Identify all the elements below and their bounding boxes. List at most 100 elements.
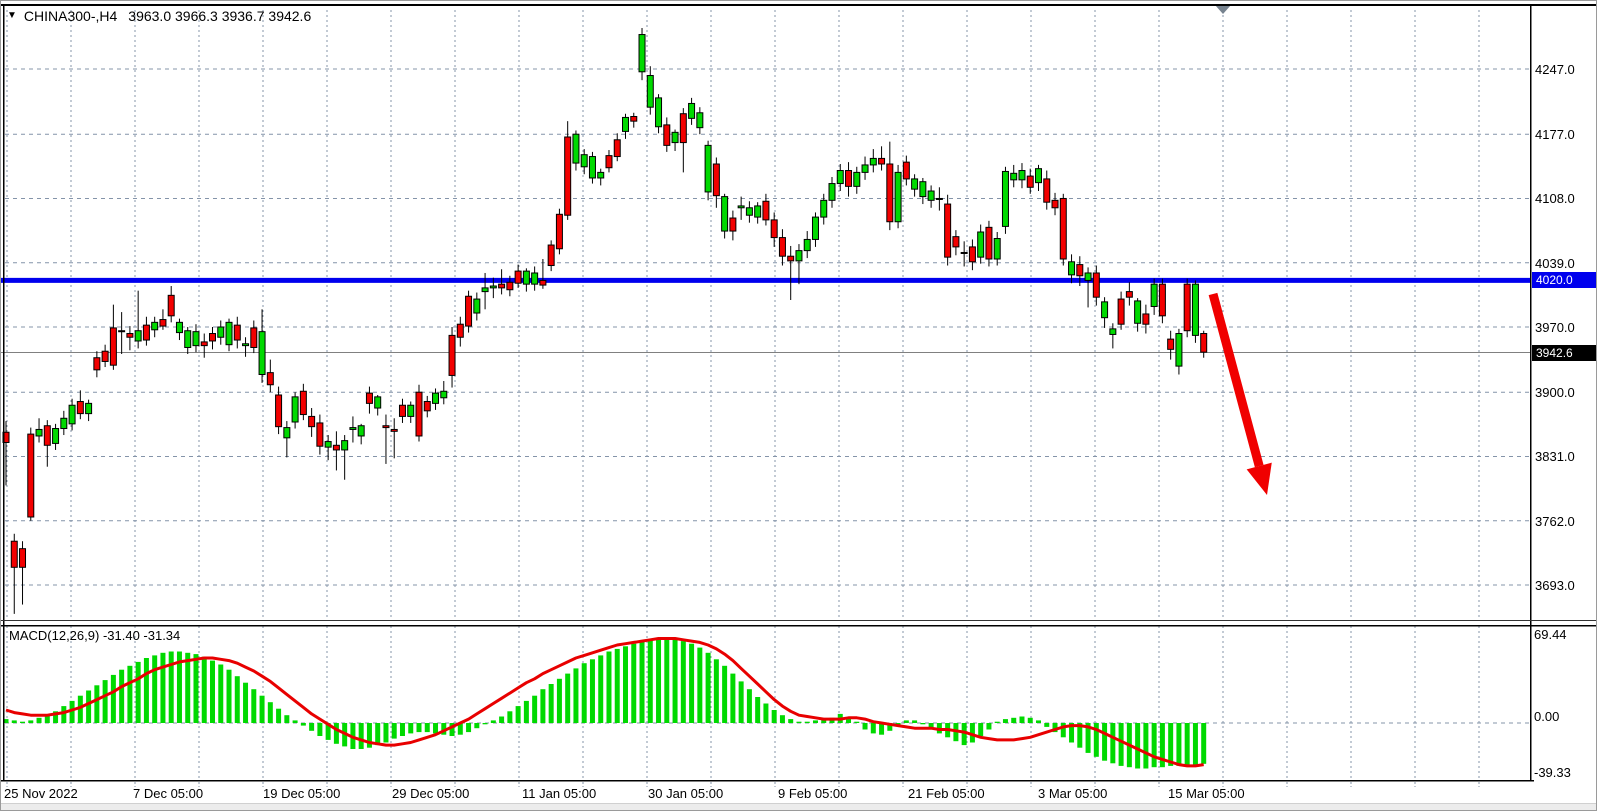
macd-histogram-bar xyxy=(152,655,157,723)
macd-histogram-bar xyxy=(1119,723,1124,766)
macd-histogram-bar xyxy=(301,723,306,726)
macd-histogram-bar xyxy=(425,723,430,732)
macd-histogram-bar xyxy=(268,702,273,723)
macd-histogram-bar xyxy=(466,723,471,732)
time-axis-label: 29 Dec 05:00 xyxy=(392,786,469,801)
candle-down xyxy=(333,445,339,450)
left-border xyxy=(3,4,5,781)
macd-histogram-bar xyxy=(532,696,537,723)
candle-up xyxy=(218,327,224,337)
macd-histogram-bar xyxy=(499,717,504,724)
candle-down xyxy=(391,429,397,431)
macd-histogram-bar xyxy=(1176,723,1181,766)
macd-histogram-bar xyxy=(383,723,388,743)
macd-histogram-bar xyxy=(111,675,116,723)
candle-down xyxy=(201,342,207,346)
macd-histogram-bar xyxy=(408,723,413,733)
macd-histogram-bar xyxy=(1003,719,1008,723)
candle-down xyxy=(515,271,521,283)
macd-histogram-bar xyxy=(1102,723,1107,761)
chart-title: ▼ CHINA300-,H4 3963.0 3966.3 3936.7 3942… xyxy=(7,8,311,24)
sell-arrow-shaft[interactable] xyxy=(1213,294,1259,466)
candle-up xyxy=(135,331,141,341)
candle-up xyxy=(746,208,752,215)
candle-up xyxy=(573,134,579,163)
candle-up xyxy=(854,172,860,186)
macd-histogram-bar xyxy=(359,723,364,749)
candle-down xyxy=(168,295,174,315)
candle-down xyxy=(1168,339,1174,349)
candle-up xyxy=(152,322,158,329)
candle-up xyxy=(408,405,414,416)
candle-up xyxy=(284,428,290,438)
macd-histogram-bar xyxy=(590,659,595,723)
time-axis-label: 19 Dec 05:00 xyxy=(263,786,340,801)
sell-arrow-head[interactable] xyxy=(1247,463,1272,495)
macd-histogram-bar xyxy=(1152,723,1157,767)
candle-down xyxy=(44,426,50,446)
macd-histogram-bar xyxy=(12,720,17,723)
time-axis-label: 11 Jan 05:00 xyxy=(522,786,596,801)
macd-histogram-bar xyxy=(730,674,735,723)
macd-histogram-bar xyxy=(565,674,570,723)
candle-up xyxy=(490,286,496,288)
candle-down xyxy=(1184,284,1190,331)
candle-down xyxy=(507,282,513,289)
macd-histogram-bar xyxy=(119,670,124,723)
chart-shift-marker-icon[interactable] xyxy=(1215,5,1231,14)
macd-histogram-bar xyxy=(235,676,240,723)
candle-up xyxy=(647,76,653,108)
chart-canvas[interactable] xyxy=(1,1,1597,811)
candle-up xyxy=(226,322,232,344)
panel-separator-bottom[interactable] xyxy=(1,625,1597,627)
time-axis-label: 25 Nov 2022 xyxy=(4,786,78,801)
candle-up xyxy=(259,332,265,375)
candle-up xyxy=(672,132,678,142)
candle-up xyxy=(796,251,802,261)
candle-down xyxy=(1159,284,1165,316)
macd-histogram-bar xyxy=(631,644,636,723)
candle-down xyxy=(556,214,562,248)
macd-histogram-bar xyxy=(615,649,620,723)
candle-up xyxy=(350,428,356,430)
macd-histogram-bar xyxy=(433,723,438,733)
candle-down xyxy=(771,220,777,238)
candle-up xyxy=(862,165,868,172)
candle-up xyxy=(961,252,967,253)
annotations[interactable] xyxy=(1213,5,1272,495)
macd-histogram-bar xyxy=(549,684,554,723)
candle-up xyxy=(292,397,298,422)
macd-histogram-bar xyxy=(37,718,42,723)
candle-down xyxy=(1126,292,1132,298)
macd-histogram-bar xyxy=(796,722,801,723)
candle-up xyxy=(812,217,818,239)
macd-histogram-bar xyxy=(664,639,669,724)
candle-up xyxy=(1192,284,1198,335)
macd-histogram-bar xyxy=(772,710,777,723)
macd-histogram-bar xyxy=(491,720,496,723)
candle-down xyxy=(1044,179,1050,202)
candle-down xyxy=(1118,299,1124,324)
panel-separator-top[interactable] xyxy=(1,620,1597,621)
grid-lines xyxy=(5,10,1530,787)
candle-down xyxy=(276,395,282,427)
candle-down xyxy=(160,320,166,327)
candle-up xyxy=(581,155,587,167)
candle-down xyxy=(267,373,273,385)
macd-histogram-bar xyxy=(218,665,223,724)
candle-up xyxy=(870,158,876,165)
candle-up xyxy=(193,332,199,346)
candle-up xyxy=(36,429,42,436)
candle-up xyxy=(61,418,67,428)
candle-down xyxy=(713,164,719,196)
candle-down xyxy=(94,358,100,370)
macd-histogram-bar xyxy=(251,689,256,723)
candle-up xyxy=(1011,173,1017,180)
macd-histogram-bar xyxy=(210,661,215,723)
candle-up xyxy=(482,288,488,292)
macd-histogram-bar xyxy=(293,720,298,723)
candle-up xyxy=(86,403,92,413)
symbol-dropdown-icon[interactable]: ▼ xyxy=(7,10,17,21)
candle-down xyxy=(210,334,216,341)
price-axis-label: 4108.0 xyxy=(1535,191,1575,206)
